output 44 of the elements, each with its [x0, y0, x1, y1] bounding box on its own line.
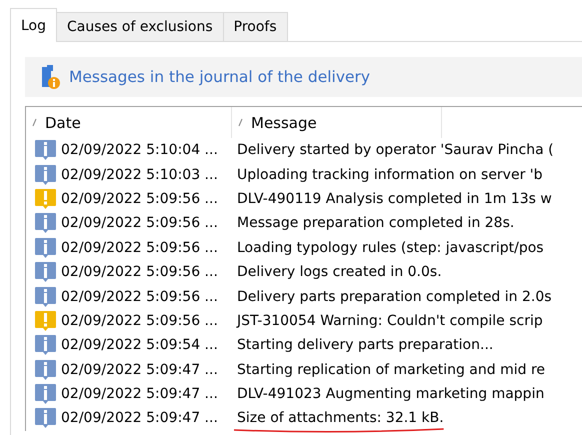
info-icon: [34, 139, 57, 162]
column-header[interactable]: Date: [26, 107, 232, 138]
date-cell-text: 02/09/2022 5:09:47 ...: [61, 386, 219, 402]
info-icon: [34, 261, 57, 284]
message-cell-text: Delivery parts preparation completed in 2.0s: [236, 288, 552, 305]
tab[interactable]: Proofs: [222, 12, 288, 42]
message-cell-text: Delivery logs created in 0.0s.: [236, 264, 442, 280]
info-icon: [34, 407, 57, 430]
date-cell-text: 02/09/2022 5:09:56 ...: [61, 288, 219, 305]
column-header[interactable]: Message: [232, 107, 442, 138]
date-cell-text: 02/09/2022 5:09:56 ...: [61, 215, 219, 232]
info-icon: [34, 164, 57, 186]
date-cell-text: 02/09/2022 5:09:47 ...: [61, 410, 219, 426]
warning-icon: [34, 188, 57, 210]
info-icon: [34, 334, 57, 356]
section-title[interactable]: Messages in the journal of the delivery: [69, 68, 370, 86]
message-cell-text: Loading typology rules (step: javascript/pos: [236, 240, 544, 256]
date-cell-text: 02/09/2022 5:09:56 ...: [61, 190, 219, 207]
date-cell-text: 02/09/2022 5:09:47 ...: [61, 362, 219, 378]
message-cell: Size of attachments: 32.1 kB.: [234, 410, 444, 426]
message-cell-text: Starting replication of marketing and mid re: [236, 362, 546, 378]
message-cell-text: Delivery started by operator 'Saurav Pincha (: [236, 142, 554, 158]
sort-icon: [238, 118, 243, 127]
message-cell-text: JST-310054 Warning: Couldn't compile scrip: [235, 312, 543, 329]
info-icon: [34, 358, 57, 381]
message-cell-text: Starting delivery parts preparation...: [236, 337, 494, 354]
date-cell-text: 02/09/2022 5:09:54 ...: [61, 337, 219, 354]
warning-icon: [34, 310, 57, 332]
date-cell-text: 02/09/2022 5:09:56 ...: [61, 312, 219, 329]
message-cell-text: DLV-490119 Analysis completed in 1m 13s w: [236, 190, 552, 207]
info-icon: [34, 286, 57, 308]
tab[interactable]: Causes of exclusions: [56, 12, 224, 42]
date-cell-text: 02/09/2022 5:10:04 ...: [61, 142, 219, 158]
message-cell-text: DLV-491023 Augmenting marketing mappin: [236, 386, 544, 402]
sort-icon: [32, 118, 37, 127]
info-icon: [34, 212, 57, 234]
date-cell-text: 02/09/2022 5:09:56 ...: [61, 240, 219, 256]
message-cell-text: Uploading tracking information on server 'b: [236, 166, 543, 183]
info-icon: [34, 383, 57, 406]
date-cell-text: 02/09/2022 5:10:03 ...: [61, 166, 219, 183]
message-cell-text: Message preparation completed in 28s.: [236, 215, 514, 232]
date-cell-text: 02/09/2022 5:09:56 ...: [61, 264, 219, 280]
tab[interactable]: Log: [10, 8, 58, 42]
info-icon: [34, 236, 57, 259]
